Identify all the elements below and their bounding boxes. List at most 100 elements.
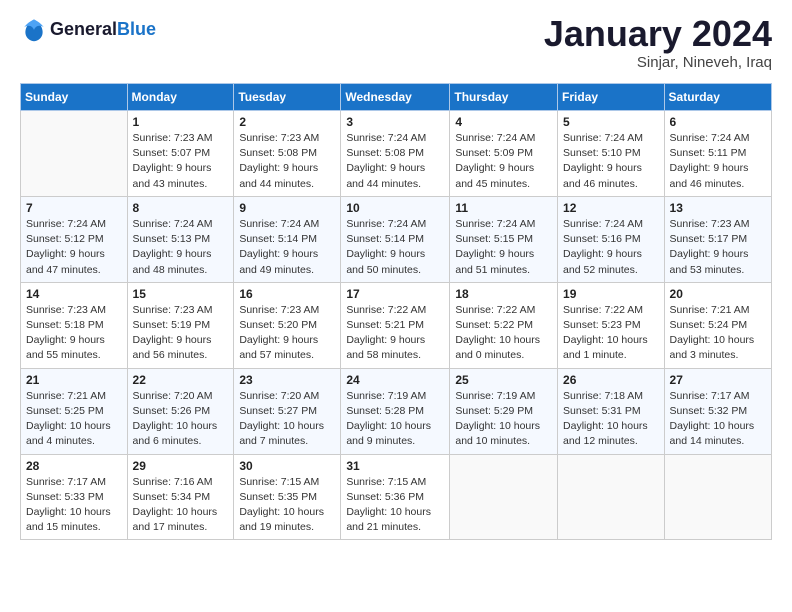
calendar-cell	[450, 454, 558, 540]
day-number: 4	[455, 115, 552, 129]
calendar-header-row: SundayMondayTuesdayWednesdayThursdayFrid…	[21, 84, 772, 111]
calendar-header-thursday: Thursday	[450, 84, 558, 111]
day-number: 8	[133, 201, 229, 215]
day-number: 31	[346, 459, 444, 473]
calendar-cell: 28 Sunrise: 7:17 AMSunset: 5:33 PMDayligh…	[21, 454, 128, 540]
day-info: Sunrise: 7:22 AMSunset: 5:21 PMDaylight:…	[346, 303, 444, 364]
day-info: Sunrise: 7:24 AMSunset: 5:14 PMDaylight:…	[346, 217, 444, 278]
day-number: 30	[239, 459, 335, 473]
calendar-cell: 8 Sunrise: 7:24 AMSunset: 5:13 PMDaylight…	[127, 196, 234, 282]
calendar-header-wednesday: Wednesday	[341, 84, 450, 111]
day-number: 13	[670, 201, 766, 215]
day-number: 23	[239, 373, 335, 387]
day-number: 7	[26, 201, 122, 215]
day-info: Sunrise: 7:24 AMSunset: 5:15 PMDaylight:…	[455, 217, 552, 278]
calendar-cell: 7 Sunrise: 7:24 AMSunset: 5:12 PMDaylight…	[21, 196, 128, 282]
calendar-cell: 2 Sunrise: 7:23 AMSunset: 5:08 PMDaylight…	[234, 111, 341, 197]
calendar-header-friday: Friday	[558, 84, 665, 111]
day-info: Sunrise: 7:17 AMSunset: 5:32 PMDaylight:…	[670, 389, 766, 450]
day-info: Sunrise: 7:24 AMSunset: 5:10 PMDaylight:…	[563, 131, 659, 192]
day-info: Sunrise: 7:21 AMSunset: 5:24 PMDaylight:…	[670, 303, 766, 364]
calendar-cell: 25 Sunrise: 7:19 AMSunset: 5:29 PMDayligh…	[450, 368, 558, 454]
calendar-cell: 22 Sunrise: 7:20 AMSunset: 5:26 PMDayligh…	[127, 368, 234, 454]
subtitle: Sinjar, Nineveh, Iraq	[544, 54, 772, 71]
day-info: Sunrise: 7:22 AMSunset: 5:22 PMDaylight:…	[455, 303, 552, 364]
day-info: Sunrise: 7:19 AMSunset: 5:28 PMDaylight:…	[346, 389, 444, 450]
logo-text: GeneralBlue	[50, 20, 156, 40]
calendar-header-saturday: Saturday	[664, 84, 771, 111]
calendar-cell: 30 Sunrise: 7:15 AMSunset: 5:35 PMDayligh…	[234, 454, 341, 540]
calendar-cell: 14Sunrise: 7:23 AMSunset: 5:18 PMDayligh…	[21, 282, 128, 368]
header: GeneralBlue January 2024 Sinjar, Nineveh…	[20, 16, 772, 71]
calendar-week-5: 28 Sunrise: 7:17 AMSunset: 5:33 PMDayligh…	[21, 454, 772, 540]
calendar-cell: 4Sunrise: 7:24 AMSunset: 5:09 PMDaylight…	[450, 111, 558, 197]
day-number: 27	[670, 373, 766, 387]
day-info: Sunrise: 7:23 AMSunset: 5:19 PMDaylight:…	[133, 303, 229, 364]
calendar-header-tuesday: Tuesday	[234, 84, 341, 111]
day-info: Sunrise: 7:20 AMSunset: 5:26 PMDaylight:…	[133, 389, 229, 450]
day-info: Sunrise: 7:17 AMSunset: 5:33 PMDaylight:…	[26, 475, 122, 536]
calendar-cell: 18 Sunrise: 7:22 AMSunset: 5:22 PMDayligh…	[450, 282, 558, 368]
day-info: Sunrise: 7:23 AMSunset: 5:08 PMDaylight:…	[239, 131, 335, 192]
day-number: 24	[346, 373, 444, 387]
day-number: 5	[563, 115, 659, 129]
day-info: Sunrise: 7:24 AMSunset: 5:11 PMDaylight:…	[670, 131, 766, 192]
day-info: Sunrise: 7:24 AMSunset: 5:08 PMDaylight:…	[346, 131, 444, 192]
day-number: 2	[239, 115, 335, 129]
day-number: 29	[133, 459, 229, 473]
day-number: 22	[133, 373, 229, 387]
calendar-cell: 15 Sunrise: 7:23 AMSunset: 5:19 PMDayligh…	[127, 282, 234, 368]
day-number: 17	[346, 287, 444, 301]
day-number: 19	[563, 287, 659, 301]
calendar-cell: 6Sunrise: 7:24 AMSunset: 5:11 PMDaylight…	[664, 111, 771, 197]
calendar-cell: 17 Sunrise: 7:22 AMSunset: 5:21 PMDayligh…	[341, 282, 450, 368]
calendar-week-2: 7 Sunrise: 7:24 AMSunset: 5:12 PMDaylight…	[21, 196, 772, 282]
calendar-cell: 24 Sunrise: 7:19 AMSunset: 5:28 PMDayligh…	[341, 368, 450, 454]
calendar-cell: 16Sunrise: 7:23 AMSunset: 5:20 PMDayligh…	[234, 282, 341, 368]
day-number: 12	[563, 201, 659, 215]
title-area: January 2024 Sinjar, Nineveh, Iraq	[544, 16, 772, 71]
day-info: Sunrise: 7:23 AMSunset: 5:18 PMDaylight:…	[26, 303, 122, 364]
day-number: 3	[346, 115, 444, 129]
calendar-week-1: 1Sunrise: 7:23 AMSunset: 5:07 PMDaylight…	[21, 111, 772, 197]
day-info: Sunrise: 7:20 AMSunset: 5:27 PMDaylight:…	[239, 389, 335, 450]
calendar-week-4: 21 Sunrise: 7:21 AMSunset: 5:25 PMDayligh…	[21, 368, 772, 454]
day-number: 26	[563, 373, 659, 387]
day-info: Sunrise: 7:24 AMSunset: 5:14 PMDaylight:…	[239, 217, 335, 278]
day-number: 18	[455, 287, 552, 301]
calendar-cell: 9Sunrise: 7:24 AMSunset: 5:14 PMDaylight…	[234, 196, 341, 282]
calendar-cell: 26 Sunrise: 7:18 AMSunset: 5:31 PMDayligh…	[558, 368, 665, 454]
day-info: Sunrise: 7:24 AMSunset: 5:12 PMDaylight:…	[26, 217, 122, 278]
calendar-cell: 31 Sunrise: 7:15 AMSunset: 5:36 PMDayligh…	[341, 454, 450, 540]
calendar-cell: 12 Sunrise: 7:24 AMSunset: 5:16 PMDayligh…	[558, 196, 665, 282]
calendar-cell: 20 Sunrise: 7:21 AMSunset: 5:24 PMDayligh…	[664, 282, 771, 368]
calendar-cell	[558, 454, 665, 540]
day-info: Sunrise: 7:23 AMSunset: 5:17 PMDaylight:…	[670, 217, 766, 278]
calendar-cell: 10Sunrise: 7:24 AMSunset: 5:14 PMDayligh…	[341, 196, 450, 282]
calendar-cell: 21 Sunrise: 7:21 AMSunset: 5:25 PMDayligh…	[21, 368, 128, 454]
calendar-cell: 11 Sunrise: 7:24 AMSunset: 5:15 PMDayligh…	[450, 196, 558, 282]
day-number: 28	[26, 459, 122, 473]
calendar-cell: 23 Sunrise: 7:20 AMSunset: 5:27 PMDayligh…	[234, 368, 341, 454]
calendar-header-sunday: Sunday	[21, 84, 128, 111]
calendar-week-3: 14Sunrise: 7:23 AMSunset: 5:18 PMDayligh…	[21, 282, 772, 368]
day-info: Sunrise: 7:16 AMSunset: 5:34 PMDaylight:…	[133, 475, 229, 536]
calendar-cell	[21, 111, 128, 197]
day-number: 16	[239, 287, 335, 301]
day-info: Sunrise: 7:19 AMSunset: 5:29 PMDaylight:…	[455, 389, 552, 450]
day-number: 20	[670, 287, 766, 301]
page: GeneralBlue January 2024 Sinjar, Nineveh…	[0, 0, 792, 550]
day-info: Sunrise: 7:21 AMSunset: 5:25 PMDaylight:…	[26, 389, 122, 450]
day-number: 15	[133, 287, 229, 301]
day-number: 21	[26, 373, 122, 387]
day-info: Sunrise: 7:24 AMSunset: 5:13 PMDaylight:…	[133, 217, 229, 278]
day-info: Sunrise: 7:24 AMSunset: 5:16 PMDaylight:…	[563, 217, 659, 278]
day-info: Sunrise: 7:18 AMSunset: 5:31 PMDaylight:…	[563, 389, 659, 450]
calendar-cell: 1Sunrise: 7:23 AMSunset: 5:07 PMDaylight…	[127, 111, 234, 197]
day-info: Sunrise: 7:15 AMSunset: 5:36 PMDaylight:…	[346, 475, 444, 536]
logo: GeneralBlue	[20, 16, 156, 44]
day-number: 25	[455, 373, 552, 387]
day-number: 11	[455, 201, 552, 215]
day-info: Sunrise: 7:15 AMSunset: 5:35 PMDaylight:…	[239, 475, 335, 536]
day-info: Sunrise: 7:23 AMSunset: 5:07 PMDaylight:…	[133, 131, 229, 192]
